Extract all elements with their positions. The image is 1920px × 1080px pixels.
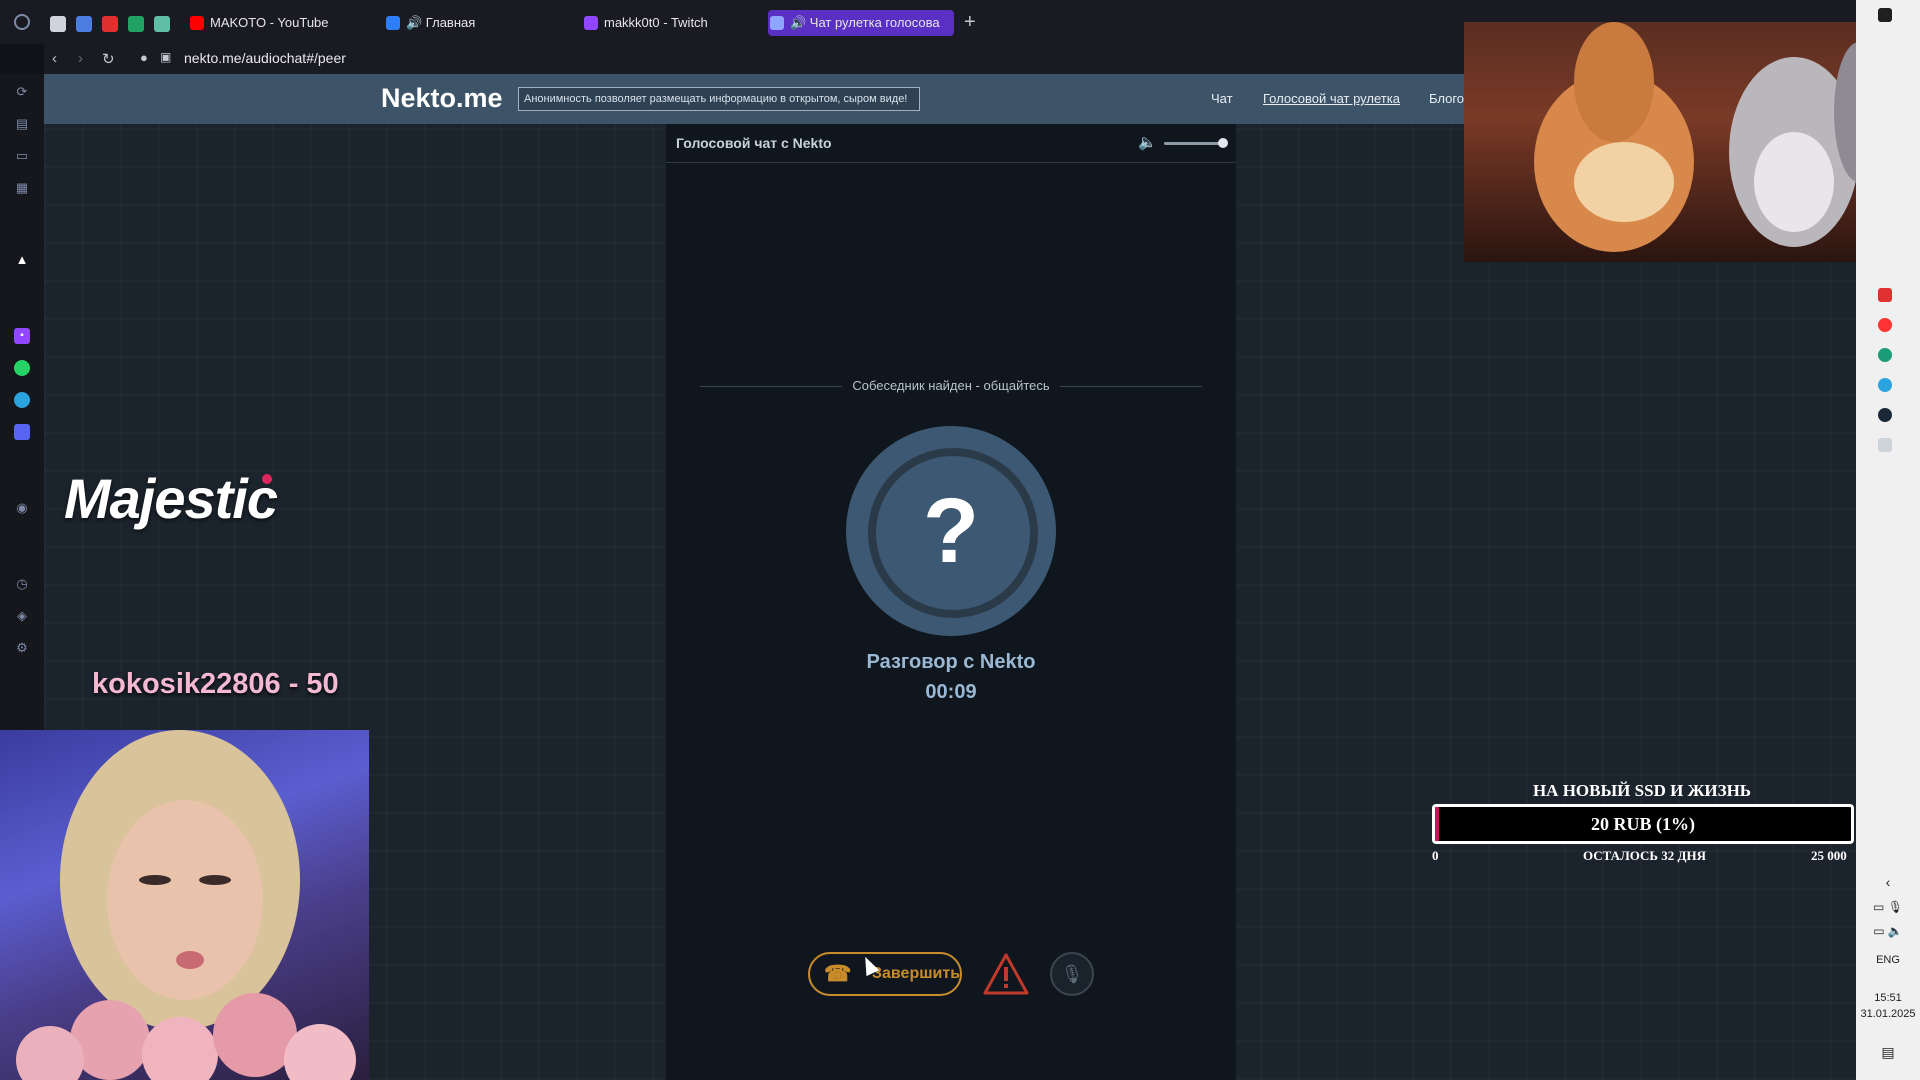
twitch-icon	[584, 16, 598, 30]
end-call-button[interactable]: ☎ Завершить	[808, 952, 962, 996]
taskbar-app-icon[interactable]	[1878, 288, 1892, 302]
cartoon-video-overlay	[1464, 22, 1894, 262]
panel-title: Голосовой чат с Nekto	[676, 135, 832, 151]
tab-youtube[interactable]: MAKOTO - YouTube	[188, 10, 368, 36]
warning-icon	[983, 953, 1029, 995]
peer-avatar: ?	[846, 426, 1056, 636]
bookmark-icon[interactable]: ▦	[14, 180, 30, 196]
donation-remaining: ОСТАЛОСЬ 32 ДНЯ	[1583, 848, 1706, 863]
monitor-icon[interactable]: ▭	[14, 148, 30, 164]
status-message: Собеседник найден - общайтесь	[666, 377, 1236, 395]
nav-link-voice-roulette[interactable]: Голосовой чат рулетка	[1263, 91, 1400, 106]
majestic-logo-dot	[262, 474, 272, 484]
whatsapp-icon[interactable]	[14, 360, 30, 376]
panel-header: Голосовой чат с Nekto 🔈	[666, 124, 1236, 163]
tab-label: makkk0t0 - Twitch	[604, 15, 708, 30]
microphone-icon	[770, 16, 784, 30]
opera-logo-icon[interactable]	[14, 14, 30, 30]
aria-icon[interactable]: ▲	[14, 252, 30, 268]
conversation-label: Разговор с Nekto	[866, 651, 1036, 673]
system-date[interactable]: 31.01.2025	[1856, 1008, 1920, 1020]
nav-link-blog[interactable]: Блого	[1429, 91, 1464, 106]
windows-taskbar: ‹ ▭ 🎙 ▭ 🔈 ENG 15:51 31.01.2025 ▤	[1856, 0, 1920, 1080]
nav-link-chat[interactable]: Чат	[1211, 91, 1233, 106]
yandex-icon[interactable]	[1878, 318, 1892, 332]
discord-icon[interactable]	[14, 424, 30, 440]
red-app-icon[interactable]	[102, 16, 118, 32]
microphone-icon: 🎙	[1060, 964, 1084, 984]
tab-label: MAKOTO - YouTube	[210, 15, 329, 30]
tab-twitch[interactable]: makkk0t0 - Twitch	[582, 10, 762, 36]
settings-icon[interactable]: ⚙	[14, 640, 30, 656]
tab-main[interactable]: 🔊 Главная	[384, 10, 564, 36]
donation-min: 0	[1432, 848, 1439, 863]
chatgpt-taskbar-icon[interactable]	[1878, 348, 1892, 362]
cartoon-image	[1534, 22, 1884, 252]
tab-label: 🔊 Чат рулетка голосова	[790, 15, 940, 30]
question-mark-icon: ?	[922, 480, 980, 582]
clock-icon[interactable]: ◷	[14, 576, 30, 592]
bag-icon[interactable]: ▤	[14, 116, 30, 132]
reload-icon[interactable]: ↻	[102, 50, 115, 68]
site-logo[interactable]: Nekto.me	[381, 83, 503, 114]
play-icon	[386, 16, 400, 30]
tray-network-icon[interactable]: ▭ 🎙	[1856, 900, 1920, 914]
volume-icon[interactable]: 🔈	[1138, 133, 1157, 151]
report-button[interactable]	[982, 952, 1030, 996]
tab-nekto-active[interactable]: 🔊 Чат рулетка голосова	[768, 10, 954, 36]
address-bar: ‹ › ↻ ● ▣ nekto.me/audiochat#/peer	[44, 44, 1464, 74]
donation-max: 25 000	[1811, 848, 1847, 863]
tab-label: 🔊 Главная	[406, 15, 476, 30]
phone-hangup-icon: ☎	[824, 961, 852, 986]
volume-slider[interactable]	[1164, 142, 1226, 145]
player-icon[interactable]: ◉	[14, 500, 30, 516]
tray-chevron-icon[interactable]: ‹	[1856, 874, 1920, 890]
keyboard-language[interactable]: ENG	[1856, 954, 1920, 966]
donation-goal-title: НА НОВЫЙ SSD И ЖИЗНЬ	[1532, 781, 1752, 800]
notepad-icon[interactable]	[1878, 438, 1892, 452]
volume-slider-handle[interactable]	[1217, 138, 1228, 148]
url-text[interactable]: nekto.me/audiochat#/peer	[184, 50, 346, 66]
youtube-icon	[190, 16, 204, 30]
notifications-icon[interactable]: ▤	[1856, 1044, 1920, 1061]
donation-progress-bar: 20 RUB (1%)	[1432, 804, 1854, 844]
call-timer: 00:09	[925, 681, 977, 703]
chatgpt-icon[interactable]	[154, 16, 170, 32]
system-time[interactable]: 15:51	[1856, 992, 1920, 1004]
history-icon[interactable]: ⟳	[14, 84, 30, 100]
voice-chat-panel: Голосовой чат с Nekto 🔈 Собеседник найде…	[666, 124, 1236, 1080]
back-icon[interactable]: ‹	[52, 50, 57, 67]
end-call-label: Завершить	[872, 965, 961, 982]
donation-amount: 20 RUB (1%)	[1591, 814, 1695, 834]
majestic-logo: Majestic	[64, 467, 278, 530]
twitch-sidebar-icon[interactable]: ▪	[14, 328, 30, 344]
telegram-taskbar-icon[interactable]	[1878, 378, 1892, 392]
windows-start-icon[interactable]	[1878, 8, 1892, 22]
mute-microphone-button[interactable]: 🎙	[1050, 952, 1094, 996]
streamer-webcam	[0, 730, 369, 1080]
microphone-active-icon[interactable]: ●	[140, 50, 148, 65]
lock-icon[interactable]: ▣	[160, 50, 171, 64]
webcam-person-image	[16, 730, 356, 1080]
new-tab-button[interactable]: +	[964, 11, 976, 34]
cube-icon[interactable]: ◈	[14, 608, 30, 624]
gamepad-icon[interactable]	[50, 16, 66, 32]
site-slogan: Анонимность позволяет размещать информац…	[518, 87, 920, 111]
spreadsheet-icon[interactable]	[128, 16, 144, 32]
telegram-icon[interactable]	[14, 392, 30, 408]
forward-icon[interactable]: ›	[78, 50, 83, 67]
donation-ticker: kokosik22806 - 50	[92, 668, 339, 700]
tray-volume-icon[interactable]: ▭ 🔈	[1856, 924, 1920, 938]
mail-icon[interactable]	[76, 16, 92, 32]
status-text: Собеседник найден - общайтесь	[842, 378, 1060, 393]
steam-icon[interactable]	[1878, 408, 1892, 422]
